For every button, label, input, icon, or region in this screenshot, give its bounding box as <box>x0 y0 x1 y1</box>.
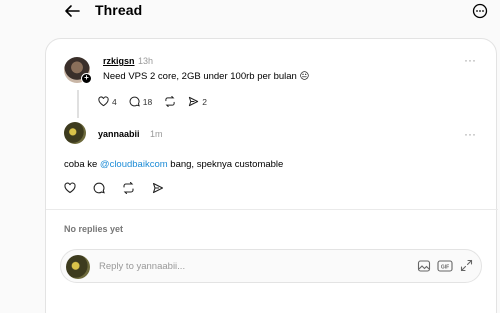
reply-more-icon[interactable]: ··· <box>464 127 476 141</box>
post-text: Need VPS 2 core, 2GB under 100rb per bul… <box>103 71 310 82</box>
send-icon <box>152 182 164 194</box>
follow-badge-icon[interactable]: + <box>81 73 92 84</box>
reply-share-button[interactable] <box>152 182 164 194</box>
share-button[interactable]: 2 <box>188 96 207 107</box>
username-yannaabii[interactable]: yannaabii <box>98 129 140 139</box>
like-button[interactable]: 4 <box>98 96 117 107</box>
image-attach-icon[interactable] <box>417 259 431 273</box>
send-icon <box>189 96 199 107</box>
repost-icon <box>165 96 175 107</box>
reply-input[interactable]: Reply to yannaabii... GIF <box>60 249 482 283</box>
thread-card: + rzkigsn 13h ··· Need VPS 2 core, 2GB u… <box>45 38 498 313</box>
expand-icon[interactable] <box>460 259 473 272</box>
reply-count: 18 <box>142 96 153 107</box>
post-time: 13h <box>138 56 154 66</box>
reply-text-after: bang, speknya customable <box>167 159 284 170</box>
svg-text:GIF: GIF <box>441 265 449 271</box>
post-more-icon[interactable]: ··· <box>464 53 476 67</box>
comment-icon <box>129 96 140 107</box>
repost-icon <box>123 182 134 194</box>
section-divider <box>46 209 498 210</box>
reply-repost-button[interactable] <box>122 182 135 194</box>
post-actions: 4 18 2 <box>98 96 219 107</box>
more-options-circle-icon[interactable] <box>472 3 488 19</box>
back-arrow-icon[interactable] <box>63 3 81 19</box>
mention-link[interactable]: @cloudbaikcom <box>100 159 168 170</box>
no-replies-label: No replies yet <box>64 224 124 234</box>
reply-comment-button[interactable] <box>93 182 105 194</box>
top-bar: Thread <box>0 0 500 26</box>
thread-connector-line <box>77 90 79 118</box>
like-count: 4 <box>112 96 117 107</box>
reply-button[interactable]: 18 <box>129 96 152 107</box>
reply-text: coba ke @cloudbaikcom bang, speknya cust… <box>64 159 283 170</box>
reply-placeholder: Reply to yannaabii... <box>99 261 186 272</box>
avatar-yannaabii[interactable] <box>64 122 86 144</box>
heart-icon <box>64 182 76 194</box>
reply-actions <box>64 182 176 194</box>
avatar-current-user <box>66 255 90 279</box>
share-count: 2 <box>202 96 207 107</box>
page-title: Thread <box>95 2 143 18</box>
comment-icon <box>93 182 105 194</box>
heart-icon <box>98 96 109 107</box>
reply-like-button[interactable] <box>64 182 76 194</box>
gif-icon[interactable]: GIF <box>437 259 453 273</box>
username-rzkigsn[interactable]: rzkigsn <box>103 56 135 66</box>
reply-text-before: coba ke <box>64 159 100 170</box>
reply-time: 1m <box>150 129 163 139</box>
repost-button[interactable] <box>164 96 176 107</box>
